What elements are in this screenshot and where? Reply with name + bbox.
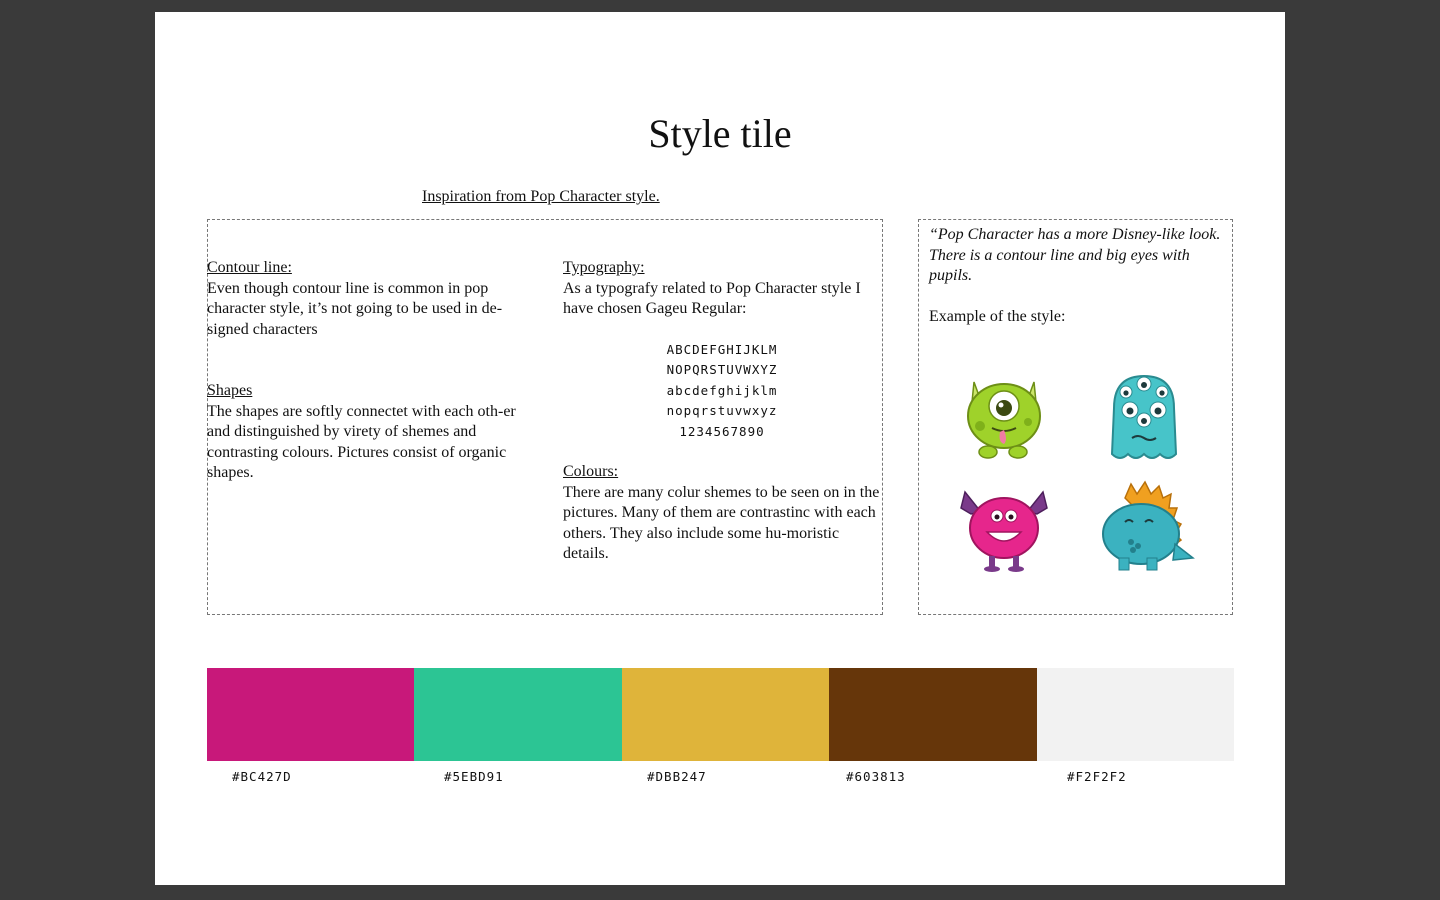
shapes-heading: Shapes bbox=[207, 382, 253, 399]
inspiration-caption: Inspiration from Pop Character style. bbox=[422, 188, 660, 205]
teal-monster-image bbox=[1110, 374, 1178, 459]
contour-heading: Contour line: bbox=[207, 259, 292, 276]
shapes-text: The shapes are softly connectet with eac… bbox=[207, 402, 516, 482]
magenta-monster-image bbox=[960, 490, 1048, 572]
typography-text: As a typografy related to Pop Character … bbox=[563, 279, 861, 318]
swatch-brown bbox=[829, 668, 1037, 761]
colour-palette bbox=[207, 668, 1234, 761]
hex-label: #603813 bbox=[846, 769, 906, 784]
hex-label: #F2F2F2 bbox=[1067, 769, 1127, 784]
font-sample-line: abcdefghijklm bbox=[666, 382, 778, 398]
font-sample-line: 1234567890 bbox=[679, 423, 765, 439]
style-quote: “Pop Character has a more Disney-like lo… bbox=[929, 226, 1221, 284]
right-column: Typography: As a typografy related to Po… bbox=[563, 258, 881, 565]
swatch-magenta bbox=[207, 668, 414, 761]
font-sample: ABCDEFGHIJKLM NOPQRSTUVWXYZ abcdefghijkl… bbox=[563, 340, 881, 443]
contour-text: Even though contour line is common in po… bbox=[207, 279, 503, 338]
swatch-green bbox=[414, 668, 622, 761]
hex-label: #5EBD91 bbox=[444, 769, 504, 784]
dino-monster-image bbox=[1102, 480, 1195, 571]
colours-text: There are many colur shemes to be seen o… bbox=[563, 483, 880, 563]
page-title: Style tile bbox=[648, 111, 792, 156]
document-page: Style tile Inspiration from Pop Characte… bbox=[155, 12, 1285, 885]
example-label: Example of the style: bbox=[929, 308, 1066, 325]
hex-label: #DBB247 bbox=[647, 769, 707, 784]
font-sample-line: ABCDEFGHIJKLM bbox=[666, 341, 778, 357]
hex-label: #BC427D bbox=[232, 769, 292, 784]
typography-heading: Typography: bbox=[563, 259, 645, 276]
colours-heading: Colours: bbox=[563, 463, 619, 480]
swatch-yellow bbox=[622, 668, 829, 761]
green-monster-image bbox=[967, 381, 1041, 459]
font-sample-line: nopqrstuvwxyz bbox=[666, 403, 778, 418]
left-column: Contour line: Even though contour line i… bbox=[207, 258, 537, 484]
swatch-light-grey bbox=[1037, 668, 1234, 761]
font-sample-line: NOPQRSTUVWXYZ bbox=[666, 362, 778, 377]
